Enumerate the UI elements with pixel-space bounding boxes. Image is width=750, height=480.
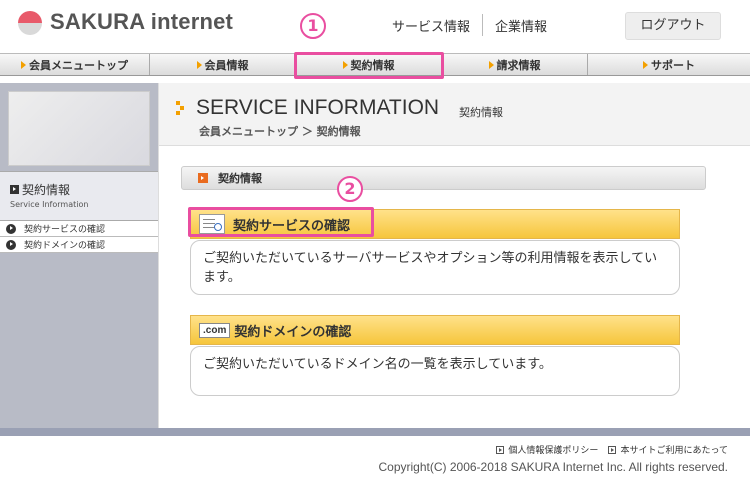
sidebar-item-service-check[interactable]: 契約サービスの確認: [0, 221, 158, 237]
page-title-sub: 契約情報: [459, 106, 503, 119]
sidebar-section-title: 契約情報: [22, 183, 71, 197]
nav-item-member-top[interactable]: 会員メニュートップ: [0, 54, 150, 75]
nav-item-label: 請求情報: [496, 58, 541, 72]
sidebar-item-label: 契約ドメインの確認: [24, 241, 106, 251]
sidebar-item-domain-check[interactable]: 契約ドメインの確認: [0, 237, 158, 253]
footer-link-terms[interactable]: 本サイトご利用にあたって: [608, 443, 728, 456]
section-arrow-icon: [198, 173, 208, 183]
arrow-square-icon: [10, 185, 19, 194]
footer-bar: [0, 428, 750, 436]
section-bar: 契約情報: [181, 166, 706, 190]
arrow-square-icon: [496, 445, 505, 454]
content: SERVICE INFORMATION 契約情報 会員メニュートップ ＞ 契約情…: [158, 83, 750, 428]
sakura-logo-icon: [18, 9, 44, 35]
nav-item-billing-info[interactable]: 請求情報: [442, 54, 588, 75]
top-links: サービス情報 企業情報: [380, 14, 559, 36]
nav-item-contract-info[interactable]: 契約情報: [296, 54, 442, 75]
card-title: 契約サービスの確認: [233, 218, 351, 234]
card-title: 契約ドメインの確認: [234, 324, 352, 340]
card-domain-check-title[interactable]: .com 契約ドメインの確認: [190, 315, 680, 345]
annotation-number-1: 1: [300, 13, 326, 39]
nav-item-label: 契約情報: [350, 58, 395, 72]
header: SAKURA internet サービス情報 企業情報 ログアウト: [0, 0, 750, 50]
nav-item-label: サポート: [651, 58, 695, 72]
annotation-number-2: 2: [337, 176, 363, 202]
page-title: SERVICE INFORMATION: [196, 96, 440, 119]
section-label: 契約情報: [218, 172, 262, 185]
nav-arrow-icon: [643, 60, 648, 69]
nav-arrow-icon: [488, 60, 494, 69]
sidebar-section: 契約情報 Service Information: [0, 171, 158, 221]
circle-arrow-icon: [6, 239, 16, 250]
main-nav: 会員メニュートップ 会員情報 契約情報 請求情報 サポート: [0, 53, 750, 76]
sidebar: 契約情報 Service Information 契約サービスの確認 契約ドメイ…: [0, 83, 158, 428]
logo-text: SAKURA internet: [50, 9, 234, 34]
nav-item-label: 会員メニュートップ: [29, 58, 128, 72]
nav-arrow-icon: [21, 60, 26, 69]
logout-button[interactable]: ログアウト: [625, 12, 721, 40]
footer-link-label: 個人情報保護ポリシー: [508, 446, 599, 456]
sakura-logo[interactable]: SAKURA internet: [18, 9, 233, 35]
sidebar-item-label: 契約サービスの確認: [24, 225, 106, 235]
nav-item-label: 会員情報: [204, 58, 249, 72]
footer-link-privacy[interactable]: 個人情報保護ポリシー: [496, 443, 598, 456]
footer-links: 個人情報保護ポリシー 本サイトご利用にあたって: [486, 443, 728, 456]
nav-item-member-info[interactable]: 会員情報: [150, 54, 296, 75]
circle-arrow-icon: [6, 223, 16, 234]
arrow-square-icon: [608, 445, 617, 454]
card-domain-check-body: ご契約いただいているドメイン名の一覧を表示しています。: [190, 346, 680, 396]
document-search-icon: [199, 214, 225, 234]
top-link-service-info[interactable]: サービス情報: [380, 16, 482, 35]
top-link-company-info[interactable]: 企業情報: [483, 16, 559, 35]
nav-item-support[interactable]: サポート: [588, 54, 750, 75]
sidebar-links: 契約サービスの確認 契約ドメインの確認: [0, 221, 158, 253]
breadcrumb: 会員メニュートップ ＞ 契約情報: [199, 125, 361, 138]
content-header: SERVICE INFORMATION 契約情報 会員メニュートップ ＞ 契約情…: [159, 83, 750, 146]
sidebar-section-subtitle: Service Information: [10, 200, 89, 209]
avatar: [8, 91, 150, 166]
copyright: Copyright(C) 2006-2018 SAKURA Internet I…: [378, 460, 729, 474]
com-badge-icon: .com: [199, 322, 231, 338]
title-arrow-icon: [176, 101, 184, 115]
footer-link-label: 本サイトご利用にあたって: [620, 446, 728, 456]
nav-arrow-icon: [342, 60, 348, 69]
nav-arrow-icon: [196, 60, 202, 69]
card-service-check-body: ご契約いただいているサーバサービスやオプション等の利用情報を表示しています。: [190, 240, 680, 295]
card-service-check-title[interactable]: 契約サービスの確認: [190, 209, 680, 239]
main-area: 契約情報 Service Information 契約サービスの確認 契約ドメイ…: [0, 83, 750, 428]
